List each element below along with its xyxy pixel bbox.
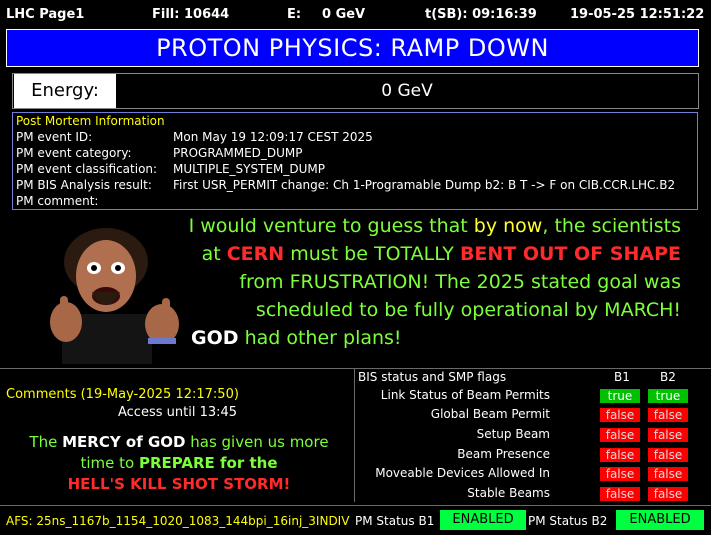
page-title: PROTON PHYSICS: RAMP DOWN — [6, 29, 699, 67]
comment-text: The — [29, 433, 63, 451]
bis-flag-b1: false — [600, 448, 640, 462]
bis-flag-b2: false — [648, 448, 688, 462]
bis-flag-b1: true — [600, 389, 640, 403]
bis-b2-header: B2 — [660, 370, 676, 384]
comment-text: has given us more — [185, 433, 329, 451]
bis-row-label: Global Beam Permit — [430, 407, 550, 421]
bis-flag-b2: false — [648, 467, 688, 481]
pm-key: PM event ID: — [16, 130, 93, 144]
bis-title: BIS status and SMP flags — [358, 370, 507, 384]
top-status-bar: LHC Page1 Fill: 10644 E: 0 GeV t(SB): 09… — [0, 0, 711, 28]
pm-status-b1-badge: ENABLED — [440, 510, 526, 530]
pm-value: Mon May 19 12:09:17 CEST 2025 — [173, 130, 373, 144]
pm-value: MULTIPLE_SYSTEM_DUMP — [173, 162, 325, 176]
meme-text: from FRUSTRATION! The 2025 stated goal w… — [239, 271, 681, 293]
bis-flag-b1: false — [600, 428, 640, 442]
pm-status-b2-badge: ENABLED — [616, 510, 704, 530]
section-divider — [0, 368, 711, 369]
bis-row-label: Moveable Devices Allowed In — [375, 466, 550, 480]
energy-label: Energy: — [14, 74, 116, 108]
meme-text: I would venture to guess that — [188, 215, 474, 237]
pm-key: PM event category: — [16, 146, 132, 160]
bis-row-label: Beam Presence — [457, 447, 550, 461]
bis-row: Stable Beams false false — [360, 485, 710, 504]
bis-flag-b2: false — [648, 428, 688, 442]
bis-row-label: Setup Beam — [476, 427, 550, 441]
comment-text: time to — [80, 454, 139, 472]
meme-text: scheduled to be fully operational by MAR… — [255, 299, 681, 321]
meme-caption-area: I would venture to guess that by now, th… — [0, 212, 711, 368]
meme-highlight: CERN — [226, 243, 285, 265]
stable-beam-time: t(SB): 09:16:39 — [425, 7, 537, 22]
comment-message: The MERCY of GOD has given us more time … — [14, 432, 344, 495]
meme-text: had other plans! — [238, 327, 402, 349]
bis-row: Global Beam Permit false false — [360, 406, 710, 425]
meme-text: at — [201, 243, 227, 265]
bis-row: Setup Beam false false — [360, 426, 710, 445]
pm-value: PROGRAMMED_DUMP — [173, 146, 303, 160]
energy-value: 0 GeV — [381, 81, 433, 101]
bis-flag-b1: false — [600, 487, 640, 501]
bis-flag-b2: true — [648, 389, 688, 403]
pm-key: PM BIS Analysis result: — [16, 178, 152, 192]
meme-text: , the scientists — [542, 215, 681, 237]
pm-key: PM event classification: — [16, 162, 158, 176]
bis-row-label: Stable Beams — [467, 486, 550, 500]
afs-filling-scheme: AFS: 25ns_1167b_1154_1020_1083_144bpi_16… — [6, 514, 350, 528]
pm-key: PM comment: — [16, 194, 99, 208]
bottom-status-bar: AFS: 25ns_1167b_1154_1020_1083_144bpi_16… — [0, 505, 711, 535]
meme-caption: I would venture to guess that by now, th… — [121, 212, 681, 352]
page-name: LHC Page1 — [6, 7, 85, 22]
bis-b1-header: B1 — [614, 370, 630, 384]
energy-short-label: E: — [287, 7, 302, 22]
pm-status-b2-label: PM Status B2 — [528, 514, 608, 528]
access-text: Access until 13:45 — [118, 405, 238, 420]
vertical-divider — [354, 368, 355, 502]
bis-row-label: Link Status of Beam Permits — [380, 388, 550, 402]
comment-highlight: MERCY of GOD — [62, 433, 186, 451]
energy-short-value: 0 GeV — [322, 7, 366, 22]
post-mortem-title: Post Mortem Information — [16, 114, 165, 128]
pm-value: First USR_PERMIT change: Ch 1-Programabl… — [173, 178, 676, 192]
bis-flag-b2: false — [648, 408, 688, 422]
meme-highlight: by now — [473, 215, 543, 237]
bis-flag-b1: false — [600, 467, 640, 481]
bis-row: Link Status of Beam Permits true true — [360, 387, 710, 406]
comment-highlight: HELL'S KILL SHOT STORM! — [67, 475, 291, 493]
meme-highlight: BENT OUT OF SHAPE — [459, 243, 681, 265]
current-datetime: 19-05-25 12:51:22 — [570, 7, 705, 22]
post-mortem-panel: Post Mortem Information PM event ID: Mon… — [12, 112, 698, 210]
meme-text: must be TOTALLY — [284, 243, 460, 265]
fill-number: Fill: 10644 — [152, 7, 230, 22]
pm-status-b1-label: PM Status B1 — [355, 514, 435, 528]
comment-highlight: PREPARE for the — [138, 454, 278, 472]
comments-header: Comments (19-May-2025 12:17:50) — [6, 387, 239, 402]
bis-flag-b2: false — [648, 487, 688, 501]
bis-flag-b1: false — [600, 408, 640, 422]
meme-highlight: GOD — [191, 327, 239, 349]
bis-row: Moveable Devices Allowed In false false — [360, 465, 710, 484]
bis-row: Beam Presence false false — [360, 446, 710, 465]
